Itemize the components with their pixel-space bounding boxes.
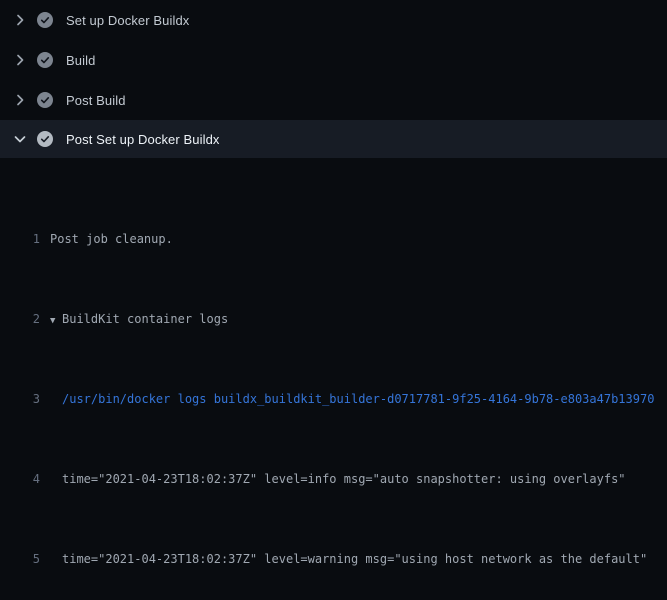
check-circle-icon: [37, 52, 53, 68]
step-label: Set up Docker Buildx: [66, 13, 189, 28]
log-group-title: BuildKit container logs: [62, 312, 228, 326]
step-header-set-up-docker-buildx[interactable]: Set up Docker Buildx: [0, 0, 667, 40]
step-header-post-build[interactable]: Post Build: [0, 80, 667, 120]
chevron-right-icon: [12, 92, 28, 108]
check-circle-icon: [37, 92, 53, 108]
step-header-build[interactable]: Build: [0, 40, 667, 80]
log-line: 5 time="2021-04-23T18:02:37Z" level=warn…: [0, 549, 667, 569]
log-output: 1 Post job cleanup. 2 ▼BuildKit containe…: [0, 158, 667, 600]
line-number[interactable]: 2: [0, 309, 40, 329]
chevron-down-icon: [12, 131, 28, 147]
check-circle-icon: [37, 131, 53, 147]
line-number[interactable]: 1: [0, 229, 40, 249]
log-line: 4 time="2021-04-23T18:02:37Z" level=info…: [0, 469, 667, 489]
step-label: Post Set up Docker Buildx: [66, 132, 220, 147]
log-line: 3 /usr/bin/docker logs buildx_buildkit_b…: [0, 389, 667, 409]
log-text: time="2021-04-23T18:02:37Z" level=info m…: [40, 469, 626, 489]
step-label: Post Build: [66, 93, 126, 108]
chevron-right-icon: [12, 52, 28, 68]
step-header-post-set-up-docker-buildx[interactable]: Post Set up Docker Buildx: [0, 120, 667, 158]
check-circle-icon: [37, 12, 53, 28]
log-text: time="2021-04-23T18:02:37Z" level=warnin…: [40, 549, 647, 569]
log-command-text: /usr/bin/docker logs buildx_buildkit_bui…: [40, 389, 654, 409]
log-group-line: 2 ▼BuildKit container logs: [0, 309, 667, 329]
line-number[interactable]: 5: [0, 549, 40, 569]
step-label: Build: [66, 53, 95, 68]
log-text: Post job cleanup.: [40, 229, 173, 249]
log-group-header: ▼BuildKit container logs: [40, 309, 228, 329]
job-log-viewer: Set up Docker Buildx Build Post Build Po…: [0, 0, 667, 600]
log-line: 1 Post job cleanup.: [0, 229, 667, 249]
line-number[interactable]: 3: [0, 389, 40, 409]
log-group-open-icon[interactable]: ▼: [50, 311, 62, 329]
line-number[interactable]: 4: [0, 469, 40, 489]
chevron-right-icon: [12, 12, 28, 28]
